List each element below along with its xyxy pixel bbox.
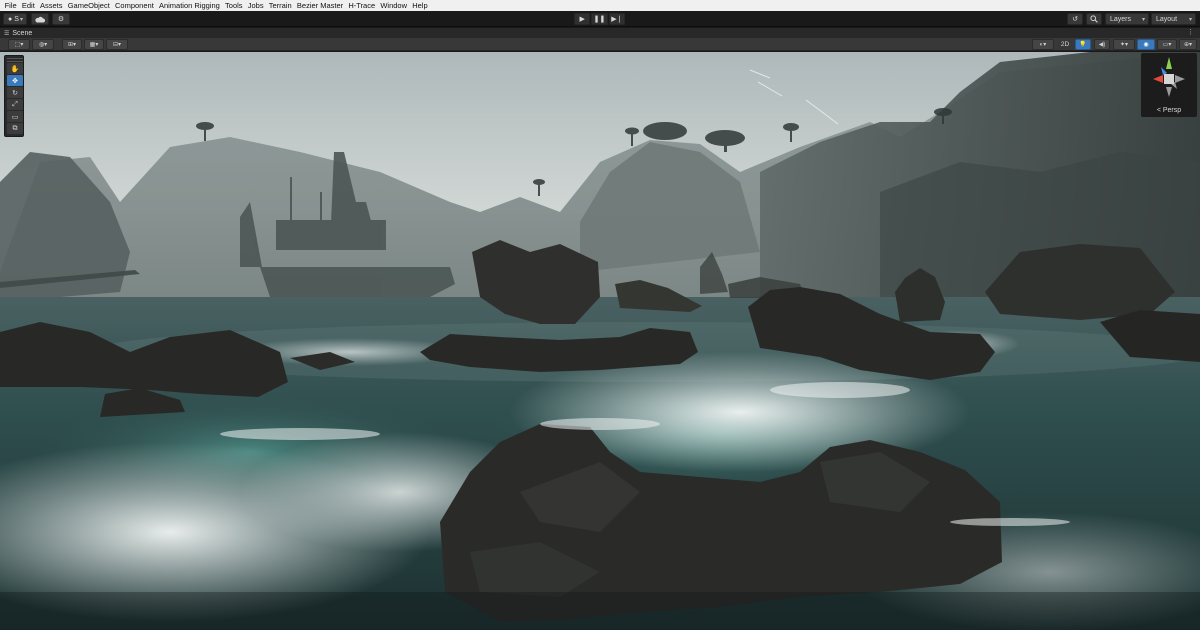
scene-render bbox=[0, 52, 1200, 630]
toggle-2d-button[interactable]: 2D bbox=[1057, 39, 1073, 50]
globe-icon: ◍▾ bbox=[38, 42, 48, 48]
view-tool-button[interactable]: ✋ bbox=[7, 63, 23, 74]
play-button[interactable]: ▶ bbox=[574, 13, 591, 25]
menu-assets[interactable]: Assets bbox=[37, 0, 65, 11]
draw-mode-dropdown[interactable]: ◐▾ bbox=[1032, 39, 1054, 50]
menu-terrain[interactable]: Terrain bbox=[266, 0, 294, 11]
menu-window[interactable]: Window bbox=[378, 0, 410, 11]
grid-icon: ⊞▾ bbox=[67, 42, 77, 48]
projection-label[interactable]: < Persp bbox=[1141, 107, 1197, 114]
layers-label: Layers bbox=[1110, 15, 1132, 23]
step-button[interactable]: ▶❘ bbox=[608, 13, 625, 25]
camera-settings-dropdown[interactable]: ▭▾ bbox=[1157, 39, 1177, 50]
collab-button[interactable]: ⚙ bbox=[52, 13, 70, 25]
lighting-toggle-button[interactable]: 💡 bbox=[1075, 39, 1091, 50]
chevron-down-icon: ▾ bbox=[1188, 17, 1192, 23]
tool-palette: ✋ ✥ ↻ ⤢ ▭ ⧉ bbox=[4, 55, 24, 137]
search-button[interactable] bbox=[1086, 13, 1102, 25]
account-dropdown[interactable]: ● S ▾ bbox=[3, 13, 27, 25]
effects-dropdown[interactable]: ✦▾ bbox=[1113, 39, 1135, 50]
menu-edit[interactable]: Edit bbox=[19, 0, 37, 11]
eye-icon: ◉ bbox=[1143, 42, 1149, 48]
camera-icon: ▭▾ bbox=[1162, 42, 1172, 48]
pivot-icon: ⬚▾ bbox=[14, 42, 24, 48]
playmode-controls: ▶ ❚❚ ▶❘ bbox=[574, 13, 626, 25]
layout-dropdown[interactable]: Layout ▾ bbox=[1151, 13, 1196, 25]
audio-toggle-button[interactable]: ◀) bbox=[1094, 39, 1110, 50]
menu-bar: File Edit Assets GameObject Component An… bbox=[0, 0, 1200, 11]
global-local-dropdown[interactable]: ◍▾ bbox=[32, 39, 54, 50]
grid-visibility-dropdown[interactable]: ▦▾ bbox=[84, 39, 104, 50]
tool-handle-dropdown[interactable]: ⬚▾ bbox=[8, 39, 30, 50]
lightbulb-icon: 💡 bbox=[1079, 42, 1087, 48]
settings-icon: ⚙ bbox=[57, 16, 65, 23]
menu-tools[interactable]: Tools bbox=[222, 0, 245, 11]
search-icon bbox=[1090, 15, 1098, 23]
more-vertical-icon[interactable]: ⋮ bbox=[1187, 28, 1194, 38]
menu-jobs[interactable]: Jobs bbox=[245, 0, 266, 11]
rect-icon: ▭ bbox=[11, 113, 19, 121]
account-icon: ● bbox=[8, 15, 13, 23]
menu-gameobject[interactable]: GameObject bbox=[65, 0, 112, 11]
gizmos-dropdown[interactable]: ⊕▾ bbox=[1179, 39, 1197, 50]
cloud-icon bbox=[35, 16, 45, 22]
pause-icon: ❚❚ bbox=[593, 16, 606, 23]
scene-toolbar: ⬚▾ ◍▾ ⊞▾ ▦▾ ⊟▾ ◐▾ 2D 💡 ◀) ✦▾ ◉ ▭▾ ⊕▾ bbox=[0, 38, 1200, 51]
cloud-button[interactable] bbox=[31, 13, 49, 25]
grid-visible-icon: ▦▾ bbox=[89, 42, 99, 48]
tab-scene[interactable]: ☰ Scene bbox=[4, 28, 32, 38]
pause-button[interactable]: ❚❚ bbox=[591, 13, 608, 25]
menu-help[interactable]: Help bbox=[410, 0, 431, 11]
menu-h-trace[interactable]: H-Trace bbox=[346, 0, 378, 11]
chevron-down-icon: ▾ bbox=[19, 17, 23, 23]
scene-icon: ☰ bbox=[4, 30, 10, 37]
layout-label: Layout bbox=[1156, 15, 1178, 23]
step-icon: ▶❘ bbox=[611, 16, 623, 23]
transform-icon: ⧉ bbox=[12, 124, 18, 132]
tool-palette-handle[interactable] bbox=[7, 58, 23, 62]
menu-file[interactable]: File bbox=[2, 0, 19, 11]
move-icon: ✥ bbox=[12, 77, 18, 85]
speaker-icon: ◀) bbox=[1098, 42, 1106, 48]
grid-snap-dropdown[interactable]: ⊞▾ bbox=[62, 39, 82, 50]
undo-history-icon: ↺ bbox=[1072, 16, 1078, 23]
rect-tool-button[interactable]: ▭ bbox=[7, 111, 23, 122]
tab-scene-label: Scene bbox=[12, 29, 33, 37]
rotate-icon: ↻ bbox=[12, 89, 18, 97]
move-tool-button[interactable]: ✥ bbox=[7, 75, 23, 86]
gizmo-icon: ⊕▾ bbox=[1183, 42, 1193, 48]
menu-animation-rigging[interactable]: Animation Rigging bbox=[156, 0, 222, 11]
snap-icon: ⊟▾ bbox=[112, 42, 122, 48]
increment-snap-dropdown[interactable]: ⊟▾ bbox=[106, 39, 128, 50]
shading-icon: ◐▾ bbox=[1039, 42, 1047, 48]
menu-component[interactable]: Component bbox=[112, 0, 156, 11]
account-label: S bbox=[14, 15, 19, 23]
axis-gizmo-icon bbox=[1153, 57, 1185, 97]
orientation-gizmo[interactable]: < Persp bbox=[1141, 53, 1197, 117]
scale-tool-button[interactable]: ⤢ bbox=[7, 99, 23, 110]
scene-visibility-button[interactable]: ◉ bbox=[1137, 39, 1155, 50]
chevron-down-icon: ▾ bbox=[1141, 17, 1145, 23]
play-icon: ▶ bbox=[579, 16, 585, 23]
rotate-tool-button[interactable]: ↻ bbox=[7, 87, 23, 98]
scene-viewport[interactable] bbox=[0, 52, 1200, 630]
scene-tab-bar: ☰ Scene ⋮ bbox=[0, 28, 1200, 38]
effects-icon: ✦▾ bbox=[1119, 42, 1129, 48]
main-toolbar: ● S ▾ ⚙ ▶ ❚❚ ▶❘ ↺ Layers ▾ Layout ▾ bbox=[0, 11, 1200, 27]
layers-dropdown[interactable]: Layers ▾ bbox=[1105, 13, 1149, 25]
undo-history-button[interactable]: ↺ bbox=[1067, 13, 1083, 25]
menu-bezier-master[interactable]: Bezier Master bbox=[294, 0, 345, 11]
transform-tool-button[interactable]: ⧉ bbox=[7, 123, 23, 134]
scale-icon: ⤢ bbox=[12, 100, 18, 108]
hand-icon: ✋ bbox=[10, 65, 20, 73]
